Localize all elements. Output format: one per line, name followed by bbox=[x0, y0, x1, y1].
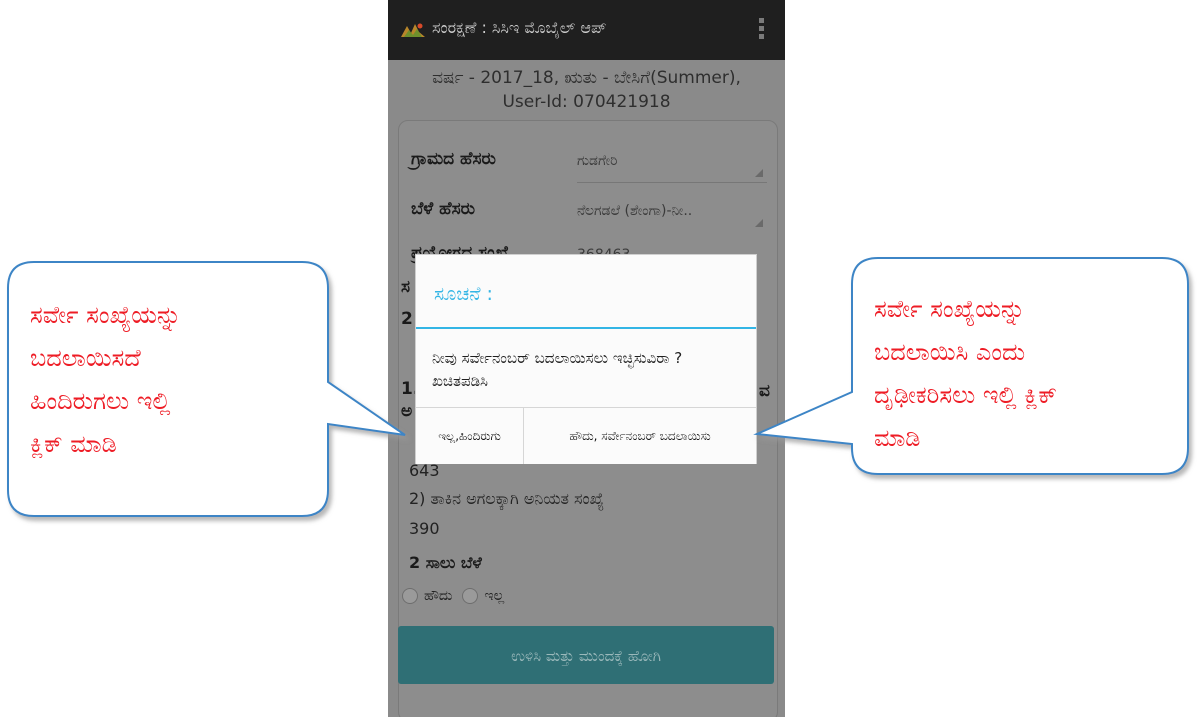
left-callout-line: ಸರ್ವೇ ಸಂಖ್ಯೆಯನ್ನು bbox=[30, 301, 182, 329]
left-callout-line: ಕ್ಲಿಕ್ ಮಾಡಿ bbox=[30, 430, 117, 458]
right-callout-text: ಸರ್ವೇ ಸಂಖ್ಯೆಯನ್ನು ಬದಲಾಯಿಸಿ ಎಂದು ದೃಢೀಕರಿಸ… bbox=[874, 288, 1057, 460]
left-callout-line: ಬದಲಾಯಿಸದೆ bbox=[30, 344, 141, 372]
left-callout-line: ಹಿಂದಿರುಗಲು ಇಲ್ಲಿ bbox=[30, 387, 171, 415]
right-callout-line: ಸರ್ವೇ ಸಂಖ್ಯೆಯನ್ನು bbox=[874, 295, 1026, 323]
left-callout-text: ಸರ್ವೇ ಸಂಖ್ಯೆಯನ್ನು ಬದಲಾಯಿಸದೆ ಹಿಂದಿರುಗಲು ಇ… bbox=[30, 294, 181, 466]
right-callout-line: ಮಾಡಿ bbox=[874, 424, 921, 452]
right-callout-line: ಬದಲಾಯಿಸಿ ಎಂದು bbox=[874, 338, 1026, 366]
right-callout-line: ದೃಢೀಕರಿಸಲು ಇಲ್ಲಿ ಕ್ಲಿಕ್ bbox=[874, 381, 1057, 409]
